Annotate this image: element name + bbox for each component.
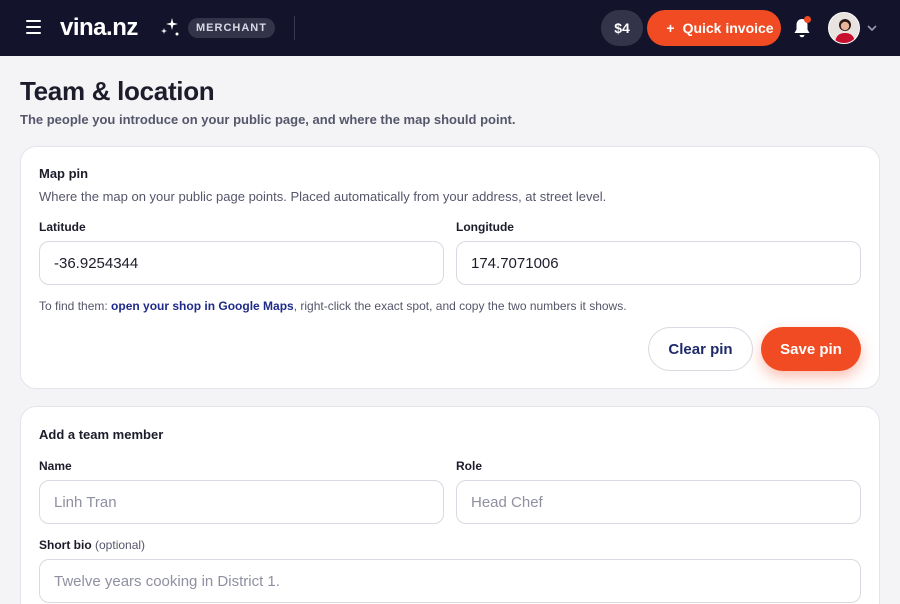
longitude-label: Longitude [456, 220, 514, 234]
save-pin-button[interactable]: Save pin [761, 327, 861, 371]
quick-invoice-label: Quick invoice [682, 20, 774, 36]
quick-invoice-button[interactable]: + Quick invoice [647, 10, 781, 46]
notification-dot [804, 16, 811, 23]
hint-prefix: To find them: [39, 299, 112, 313]
merchant-badge: MERCHANT [188, 18, 275, 38]
menu-icon[interactable] [26, 20, 41, 34]
map-pin-hint: To find them: open your shop in Google M… [39, 299, 627, 313]
short-bio-label: Short bio (optional) [39, 538, 145, 552]
chevron-down-icon[interactable] [866, 22, 878, 34]
page-title: Team & location [20, 76, 215, 106]
map-pin-title: Map pin [39, 166, 89, 181]
map-pin-card: Map pin Where the map on your public pag… [20, 146, 880, 389]
sparkle-icon [161, 18, 179, 36]
add-team-member-title: Add a team member [39, 427, 164, 442]
divider [294, 16, 295, 40]
add-team-member-card: Add a team member Name Role Short bio (o… [20, 406, 880, 604]
short-bio-input[interactable] [39, 559, 861, 603]
page-subtitle: The people you introduce on your public … [20, 112, 516, 127]
latitude-input[interactable] [39, 241, 444, 285]
balance-badge[interactable]: $4 [601, 10, 643, 46]
name-input[interactable] [39, 480, 444, 524]
logo[interactable]: vina.nz [60, 14, 138, 42]
longitude-input[interactable] [456, 241, 861, 285]
plus-icon: + [666, 20, 675, 36]
short-bio-label-text: Short bio [39, 538, 92, 552]
map-pin-description: Where the map on your public page points… [39, 189, 607, 204]
role-label: Role [456, 459, 483, 473]
role-input[interactable] [456, 480, 861, 524]
name-label: Name [39, 459, 72, 473]
clear-pin-button[interactable]: Clear pin [648, 327, 753, 371]
top-navigation-bar: vina.nz MERCHANT $4 + Quick invoice [0, 0, 900, 56]
latitude-label: Latitude [39, 220, 86, 234]
optional-tag: (optional) [95, 538, 146, 552]
google-maps-link[interactable]: open your shop in Google Maps [111, 299, 294, 313]
hint-suffix: , right-click the exact spot, and copy t… [293, 299, 627, 313]
avatar[interactable] [828, 12, 860, 44]
